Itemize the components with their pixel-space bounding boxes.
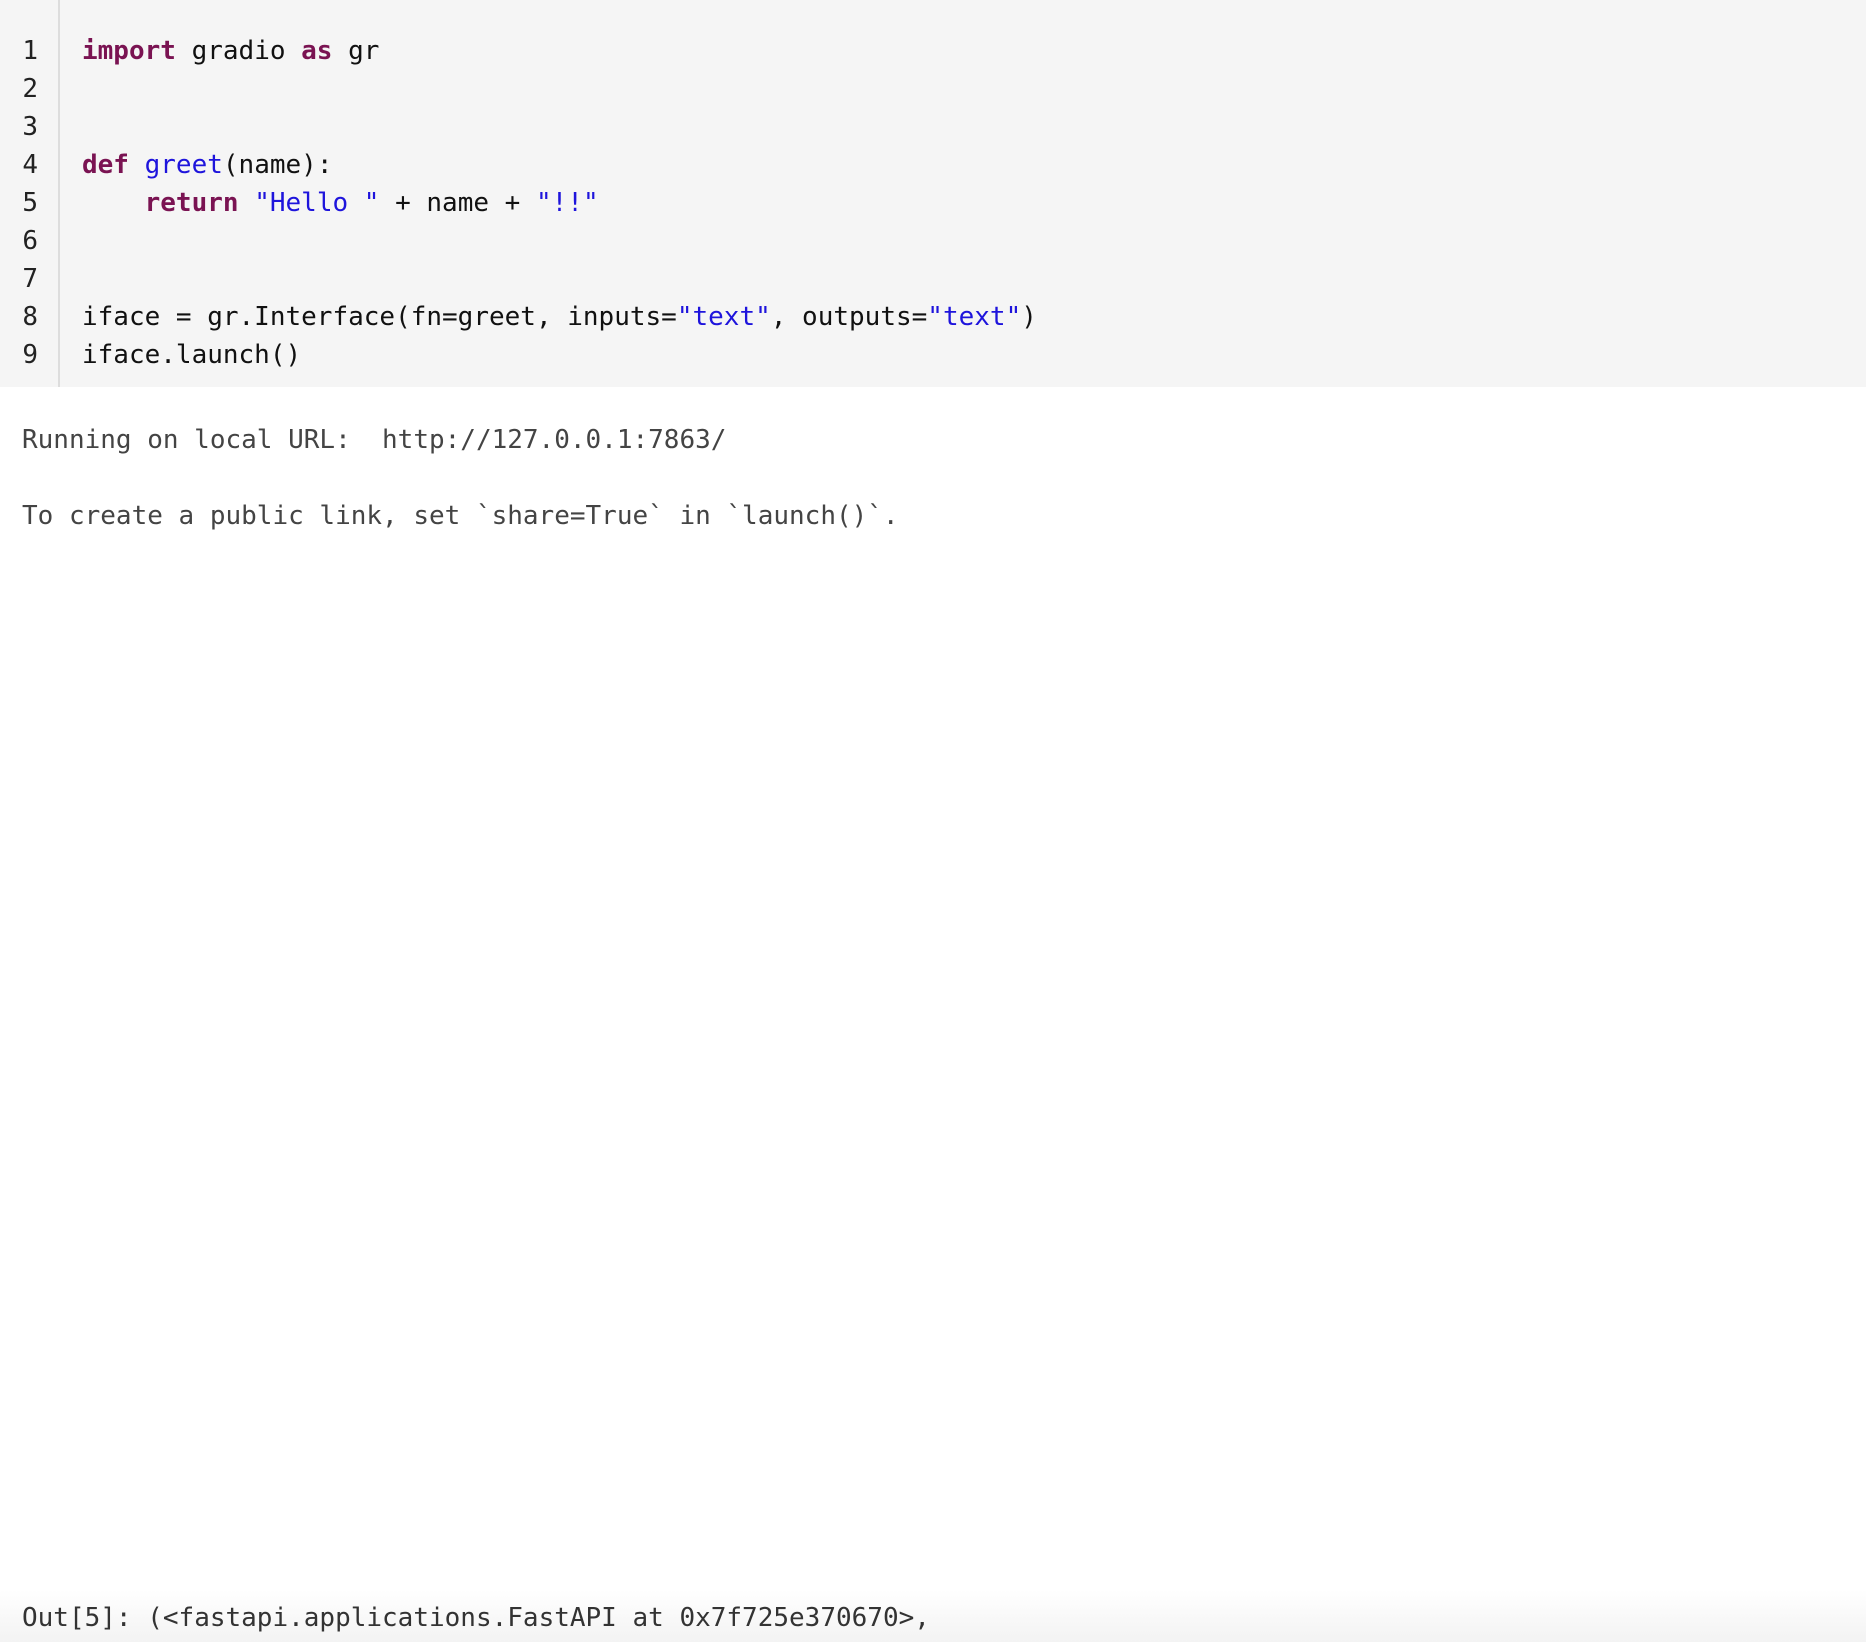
keyword-import: import xyxy=(82,36,176,66)
output-prompt: Out[5]: xyxy=(22,1603,132,1633)
code-text: ) xyxy=(1021,302,1037,332)
line-number: 2 xyxy=(22,74,38,104)
stdout-share-hint: To create a public link, set `share=True… xyxy=(22,501,899,531)
string-literal: "!!" xyxy=(535,188,599,218)
code-cell[interactable]: 1 2 3 4 5 6 7 8 9 import gradio as gr de… xyxy=(0,0,1866,387)
code-text: gr xyxy=(332,36,380,66)
line-number: 3 xyxy=(22,112,38,142)
code-line-1[interactable]: import gradio as gr xyxy=(82,32,379,70)
code-line-8[interactable]: iface = gr.Interface(fn=greet, inputs="t… xyxy=(82,298,1037,336)
keyword-as: as xyxy=(301,36,333,66)
code-text: , outputs= xyxy=(770,302,928,332)
function-name: greet xyxy=(144,150,223,180)
line-number: 9 xyxy=(22,340,38,370)
line-number: 4 xyxy=(22,150,38,180)
output-value: (<fastapi.applications.FastAPI at 0x7f72… xyxy=(131,1603,930,1633)
code-text: (name): xyxy=(222,150,333,180)
line-number: 5 xyxy=(22,188,38,218)
line-number: 8 xyxy=(22,302,38,332)
stdout-local-url: Running on local URL: http://127.0.0.1:7… xyxy=(22,425,727,455)
keyword-def: def xyxy=(82,150,129,180)
code-line-4[interactable]: def greet(name): xyxy=(82,146,332,184)
string-literal: "text" xyxy=(927,302,1022,332)
output-result-line: Out[5]: (<fastapi.applications.FastAPI a… xyxy=(22,1599,930,1637)
string-literal: "text" xyxy=(676,302,771,332)
code-text: iface = gr.Interface(fn=greet, inputs= xyxy=(82,302,677,332)
code-text: + name + xyxy=(379,188,536,218)
notebook-page: 1 2 3 4 5 6 7 8 9 import gradio as gr de… xyxy=(0,0,1866,1642)
code-text: iface.launch() xyxy=(82,340,302,370)
code-line-5[interactable]: return "Hello " + name + "!!" xyxy=(82,184,599,222)
code-line-9[interactable]: iface.launch() xyxy=(82,336,301,374)
line-number: 6 xyxy=(22,226,38,256)
string-literal: "Hello " xyxy=(254,188,380,218)
line-number-gutter: 1 2 3 4 5 6 7 8 9 xyxy=(0,0,60,387)
line-number: 1 xyxy=(22,36,38,66)
line-number: 7 xyxy=(22,264,38,294)
keyword-return: return xyxy=(144,188,239,218)
code-text: gradio xyxy=(175,36,302,66)
